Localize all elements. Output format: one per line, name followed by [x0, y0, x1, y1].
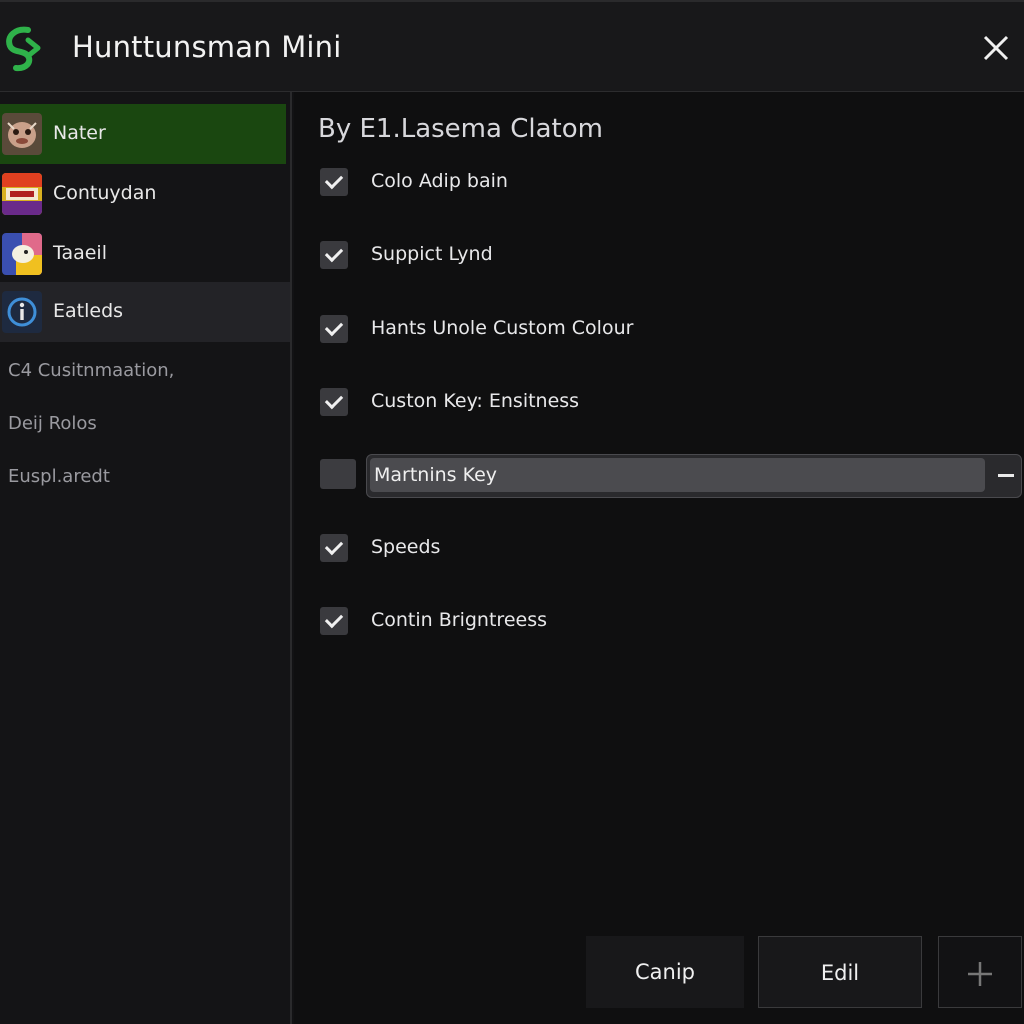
sidebar-item-contuydan[interactable]: Contuydan — [0, 164, 290, 224]
sidebar-link-customization[interactable]: C4 Cusitnmaation, — [8, 360, 174, 381]
checkbox[interactable] — [320, 315, 348, 343]
checkbox[interactable] — [320, 388, 348, 416]
sidebar-item-label: Contuydan — [53, 182, 157, 204]
app-window: Hunttunsman Mini Nater Contuydan Taaeil … — [0, 0, 1024, 1024]
sidebar-item-label: Eatleds — [53, 300, 124, 322]
sidebar-item-label: Nater — [53, 122, 106, 144]
key-checkbox[interactable] — [320, 459, 356, 489]
option-label: Speeds — [371, 536, 441, 558]
canip-button[interactable]: Canip — [586, 936, 744, 1008]
sidebar: Nater Contuydan Taaeil Eatleds C4 Cusitn… — [0, 92, 292, 1024]
minus-icon[interactable] — [997, 465, 1015, 485]
edil-button[interactable]: Edil — [758, 936, 922, 1008]
checkbox[interactable] — [320, 534, 348, 562]
colorful-game-icon — [2, 173, 42, 215]
app-title: Hunttunsman Mini — [72, 30, 342, 64]
sidebar-item-nater[interactable]: Nater — [0, 104, 286, 164]
sidebar-link-euspl-aredt[interactable]: Euspl.aredt — [8, 466, 110, 487]
main-panel: By E1.Lasema Clatom Colo Adip bain Suppi… — [294, 92, 1024, 1024]
key-input-container — [366, 454, 1022, 498]
checkbox[interactable] — [320, 168, 348, 196]
checkbox[interactable] — [320, 607, 348, 635]
chat-bubble-icon — [2, 233, 42, 275]
info-icon — [2, 291, 42, 333]
creature-avatar-icon — [2, 113, 42, 155]
close-icon — [983, 35, 1009, 61]
sidebar-item-eatleds[interactable]: Eatleds — [0, 282, 290, 342]
checkbox[interactable] — [320, 241, 348, 269]
option-label: Custon Key: Ensitness — [371, 390, 580, 412]
option-label: Colo Adip bain — [371, 170, 508, 192]
close-button[interactable] — [976, 28, 1016, 68]
plus-icon — [968, 962, 992, 986]
app-logo-icon — [2, 26, 42, 72]
sidebar-item-taaeil[interactable]: Taaeil — [0, 224, 290, 284]
title-bar: Hunttunsman Mini — [0, 2, 1024, 92]
panel-title: By E1.Lasema Clatom — [318, 114, 603, 144]
option-label: Contin Brigntreess — [371, 609, 547, 631]
sidebar-item-label: Taaeil — [53, 242, 107, 264]
add-button[interactable] — [938, 936, 1022, 1008]
key-field-row — [320, 454, 1022, 498]
option-label: Hants Unole Custom Colour — [371, 317, 634, 339]
sidebar-link-deij-rolos[interactable]: Deij Rolos — [8, 413, 97, 434]
option-label: Suppict Lynd — [371, 243, 493, 265]
key-input[interactable] — [370, 458, 985, 492]
